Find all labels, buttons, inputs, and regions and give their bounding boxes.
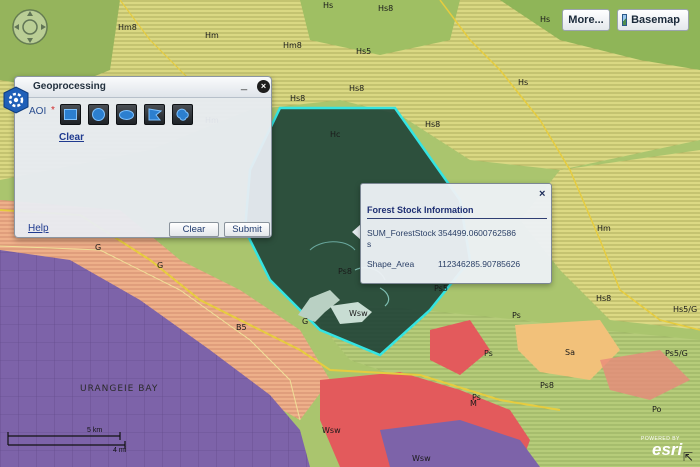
- map-zone-label: Hs8: [349, 84, 364, 93]
- field-value-shape-area: 112346285.90785626: [438, 259, 521, 269]
- more-button-label: More...: [568, 14, 604, 26]
- draw-ellipse-button[interactable]: [116, 104, 137, 125]
- resize-corner-icon: ⇱: [683, 450, 694, 464]
- map-zone-label: Hm: [205, 31, 219, 40]
- map-zone-label: Po: [652, 405, 662, 414]
- field-name-shape-area: Shape_Area: [367, 259, 415, 269]
- map-zone-label: Hs: [518, 78, 528, 87]
- rectangle-icon: [64, 109, 77, 120]
- basemap-button[interactable]: Basemap: [617, 9, 689, 31]
- close-popup-button[interactable]: ×: [539, 188, 545, 200]
- freehand-icon: [175, 108, 189, 121]
- close-panel-button[interactable]: ×: [257, 80, 270, 93]
- aoi-label: AOI: [29, 106, 47, 117]
- circle-icon: [92, 108, 105, 121]
- map-zone-label: Wsw: [412, 454, 431, 463]
- basemap-button-label: Basemap: [631, 14, 680, 26]
- map-zone-label: Ps8: [540, 381, 554, 390]
- place-label-bay: URANGEIE BAY: [80, 384, 158, 394]
- map-zone-label: Hs8: [378, 4, 393, 13]
- pan-navigation-control[interactable]: [11, 8, 49, 46]
- minimize-button[interactable]: _: [241, 79, 247, 91]
- geoprocessing-panel: Geoprocessing _ × AOI * Clear Help Clear…: [3, 76, 272, 238]
- required-mark: *: [51, 105, 55, 116]
- basemap-icon: [622, 14, 628, 26]
- esri-logo[interactable]: esri: [652, 440, 682, 460]
- map-zone-label: G: [95, 243, 101, 252]
- map-zone-label: Ps5: [434, 284, 448, 293]
- map-zone-label: B5: [236, 323, 247, 332]
- map-zone-label: Ps: [512, 311, 521, 320]
- map-zone-label: Hs5/G: [673, 305, 697, 314]
- gear-icon: [3, 86, 29, 114]
- map-zone-label: Hs8: [596, 294, 611, 303]
- map-zone-label: Hs5: [356, 47, 371, 56]
- map-zone-label: Hs8: [290, 94, 305, 103]
- info-popup: × Forest Stock Information SUM_ForestSto…: [360, 183, 552, 284]
- map-zone-label: G: [157, 261, 163, 270]
- panel-title: Geoprocessing: [33, 81, 106, 92]
- help-link[interactable]: Help: [28, 223, 49, 234]
- map-zone-label: Hm8: [283, 41, 302, 50]
- draw-rectangle-button[interactable]: [60, 104, 81, 125]
- map-zone-label: Hs8: [425, 120, 440, 129]
- more-button[interactable]: More...: [562, 9, 610, 31]
- map-zone-label: G: [302, 317, 308, 326]
- scale-label-mi: 4 mi: [113, 447, 127, 454]
- map-zone-label: Ps5/G: [665, 349, 688, 358]
- draw-polygon-button[interactable]: [144, 104, 165, 125]
- clear-button[interactable]: Clear: [169, 222, 219, 237]
- scale-label-km: 5 km: [87, 427, 103, 434]
- map-zone-label: Hm: [597, 224, 611, 233]
- popup-title: Forest Stock Information: [367, 205, 474, 215]
- draw-circle-button[interactable]: [88, 104, 109, 125]
- field-name-forest-stocks: SUM_ForestStocks: [367, 228, 436, 249]
- field-value-forest-stocks: 354499.0600762586: [438, 228, 516, 238]
- map-zone-label: Hm8: [118, 23, 137, 32]
- submit-button[interactable]: Submit: [224, 222, 270, 237]
- map-zone-label: Hc: [330, 130, 340, 139]
- ellipse-icon: [119, 109, 134, 120]
- map-zone-label: Wsw: [322, 426, 341, 435]
- map-zone-label: Hs: [323, 1, 333, 10]
- popup-divider: [367, 218, 547, 219]
- map-zone-label: Wsw: [349, 309, 368, 318]
- draw-freehand-button[interactable]: [172, 104, 193, 125]
- map-zone-label: Ps8: [338, 267, 352, 276]
- map-zone-label: Hs: [540, 15, 550, 24]
- map-zone-label: Ps: [484, 349, 493, 358]
- polygon-icon: [148, 108, 162, 121]
- map-zone-label: M: [470, 399, 477, 408]
- panel-header[interactable]: Geoprocessing _ ×: [15, 77, 271, 98]
- map-zone-label: Sa: [565, 348, 575, 357]
- aoi-clear-link[interactable]: Clear: [59, 132, 84, 143]
